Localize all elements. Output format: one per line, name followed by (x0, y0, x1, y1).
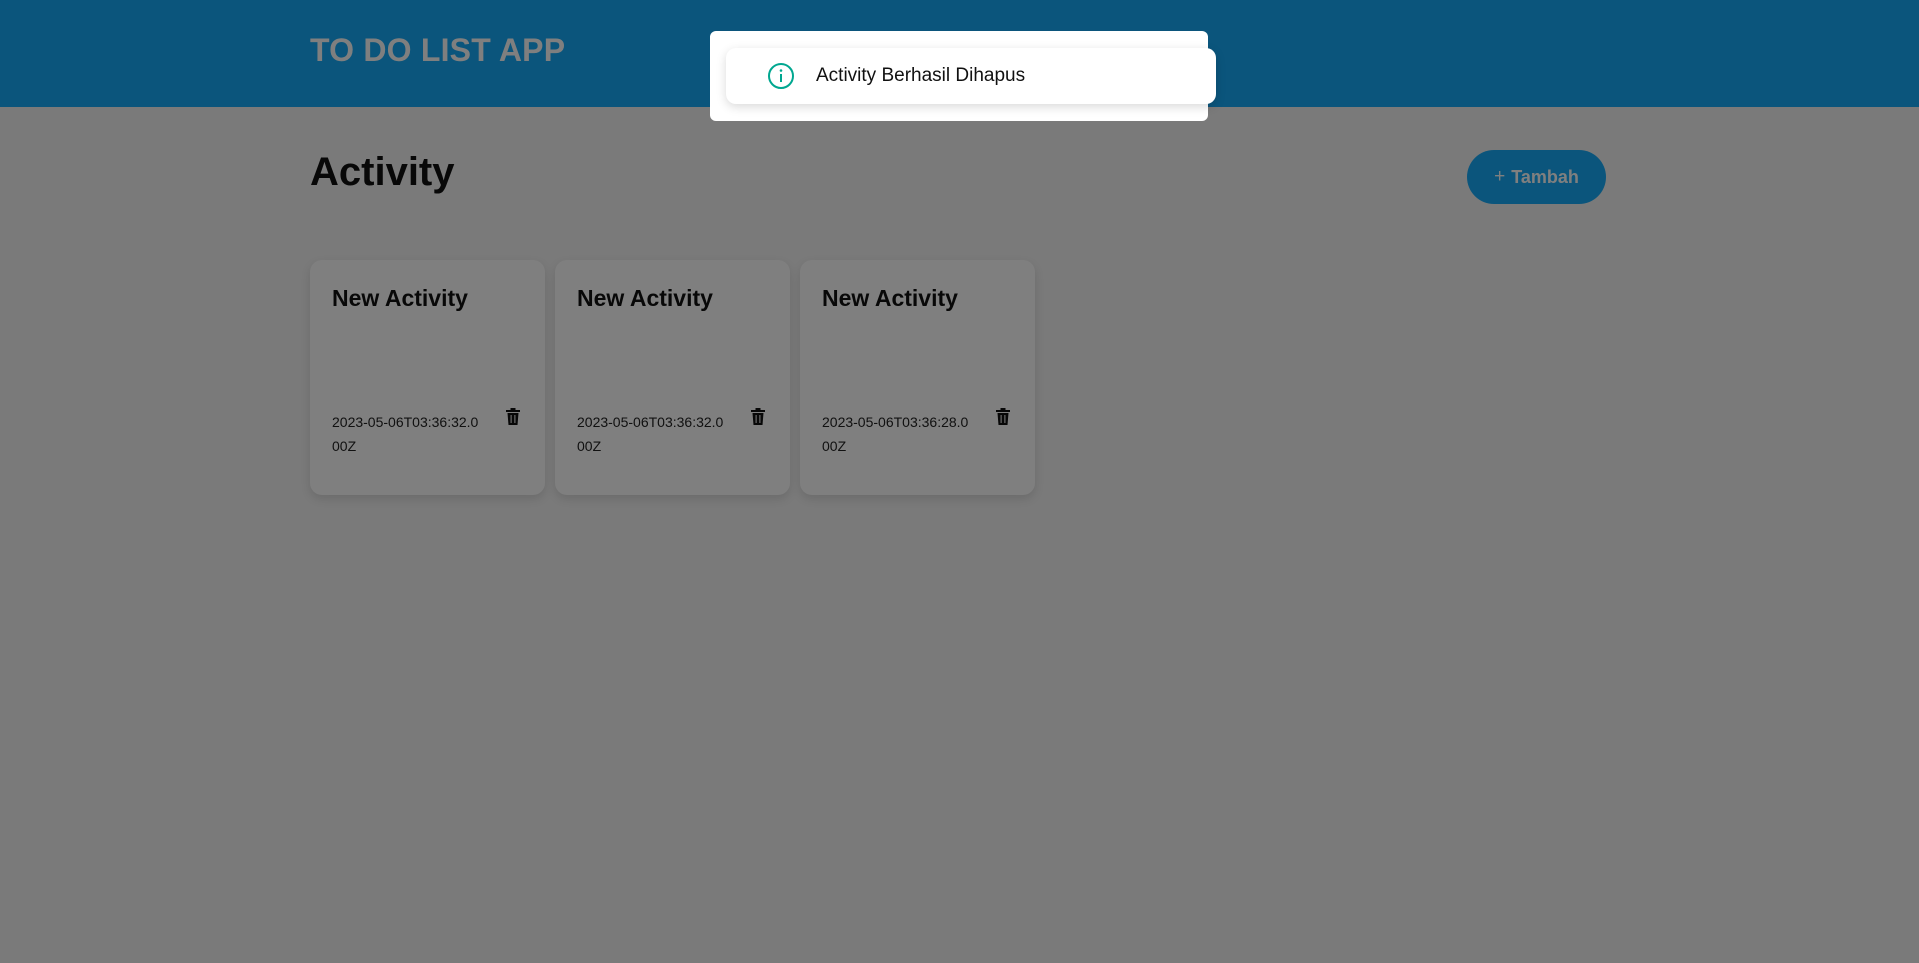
toast-notification: Activity Berhasil Dihapus (726, 48, 1216, 104)
toast-message: Activity Berhasil Dihapus (816, 65, 1026, 86)
page: TO DO LIST APP Activity + Tambah New Act… (0, 0, 1919, 963)
modal-overlay[interactable] (0, 0, 1919, 963)
info-icon (768, 63, 794, 89)
